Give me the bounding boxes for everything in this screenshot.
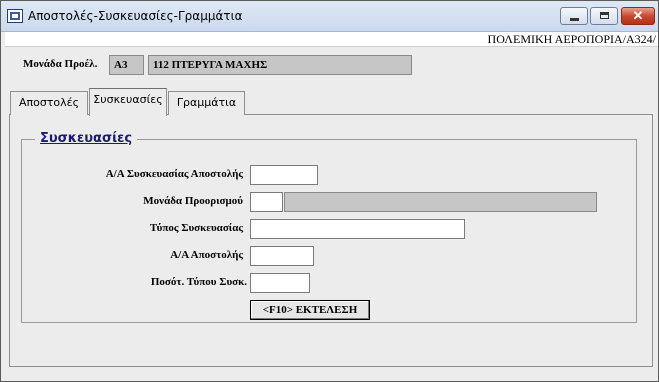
package-quantity-field[interactable] [250, 273, 310, 293]
close-button[interactable]: ✕ [621, 7, 655, 25]
organization-name: ΠΟΛΕΜΙΚΗ ΑΕΡΟΠΟΡΙΑ/Α324/ [487, 32, 656, 46]
packaging-section-title: Συσκευασίες [35, 131, 138, 146]
package-type-field[interactable] [250, 219, 465, 239]
package-quantity-label: Ποσότ. Τύπου Συσκ. [150, 276, 247, 288]
package-type-label: Τύπος Συσκευασίας [149, 222, 243, 234]
window-title: Αποστολές-Συσκευασίες-Γραμμάτια [28, 9, 243, 23]
minimize-icon [570, 18, 579, 21]
maximize-button[interactable] [590, 7, 618, 25]
destination-unit-code-field[interactable] [250, 192, 283, 212]
title-bar[interactable]: Αποστολές-Συσκευασίες-Γραμμάτια ✕ [1, 1, 658, 32]
destination-unit-name-field [284, 192, 597, 212]
package-number-field[interactable] [250, 165, 318, 185]
close-icon: ✕ [632, 8, 644, 23]
package-number-label: Α/Α Συσκευασίας Αποστολής [105, 168, 243, 180]
minimize-button[interactable] [560, 7, 588, 25]
tab-vouchers[interactable]: Γραμμάτια [168, 91, 245, 115]
shipment-number-label: Α/Α Αποστολής [170, 249, 243, 261]
app-icon [7, 9, 23, 23]
shipment-number-field[interactable] [250, 246, 314, 266]
destination-unit-label: Μονάδα Προορισμού [143, 195, 243, 207]
origin-unit-name-field: 112 ΠΤΕΡΥΓΑ ΜΑΧΗΣ [148, 55, 412, 75]
tab-shipments[interactable]: Αποστολές [10, 91, 88, 115]
tab-packaging[interactable]: Συσκευασίες [89, 88, 167, 116]
origin-unit-label: Μονάδα Προέλ. [23, 58, 98, 70]
organization-bar: ΠΟΛΕΜΙΚΗ ΑΕΡΟΠΟΡΙΑ/Α324/ [5, 32, 658, 47]
origin-unit-code-field[interactable]: Α3 [109, 55, 144, 75]
application-window: Αποστολές-Συσκευασίες-Γραμμάτια ✕ ΠΟΛΕΜΙ… [0, 0, 659, 382]
maximize-icon [600, 12, 609, 19]
execute-button[interactable]: <F10> ΕΚΤΕΛΕΣΗ [250, 300, 370, 320]
